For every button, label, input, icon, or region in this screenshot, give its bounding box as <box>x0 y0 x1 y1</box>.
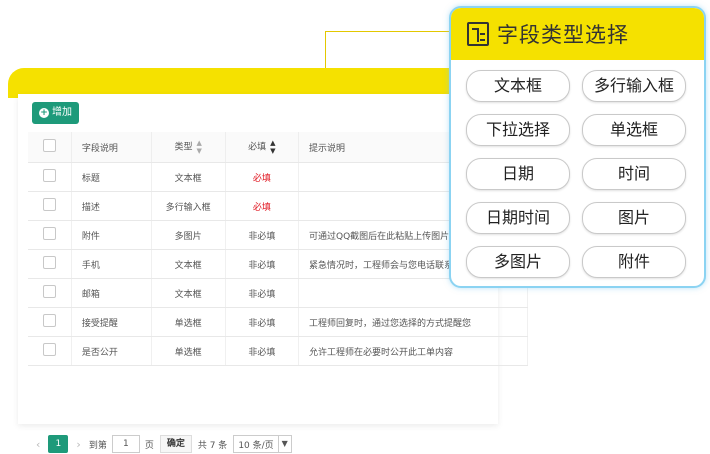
cell-required: 非必填 <box>225 307 300 337</box>
next-page-icon[interactable]: › <box>76 438 80 451</box>
sort-icon[interactable]: ▲ ▼ <box>197 139 202 155</box>
option-time[interactable]: 时间 <box>582 158 686 190</box>
add-button[interactable]: + 增加 <box>32 102 79 124</box>
field-type-icon <box>467 22 489 46</box>
table-row[interactable]: 是否公开 单选框 非必填 允许工程师在必要时公开此工单内容 <box>28 336 528 366</box>
cell-required: 非必填 <box>225 249 300 279</box>
cell-type: 单选框 <box>151 307 226 337</box>
cell-type: 多行输入框 <box>151 191 226 221</box>
cell-desc: 附件 <box>71 220 152 250</box>
cell-type: 文本框 <box>151 278 226 308</box>
option-multi-image[interactable]: 多图片 <box>466 246 570 278</box>
cell-desc: 接受提醒 <box>71 307 152 337</box>
cell-required: 非必填 <box>225 278 300 308</box>
option-textarea[interactable]: 多行输入框 <box>582 70 686 102</box>
table-row[interactable]: 接受提醒 单选框 非必填 工程师回复时，通过您选择的方式提醒您 <box>28 307 528 337</box>
row-checkbox[interactable] <box>42 256 56 269</box>
page-size-select[interactable]: 10 条/页 ▼ <box>233 435 292 453</box>
goto-page-input[interactable]: 1 <box>111 435 140 453</box>
cell-type: 文本框 <box>151 162 226 192</box>
cell-hint: 允许工程师在必要时公开此工单内容 <box>298 336 528 366</box>
option-dropdown[interactable]: 下拉选择 <box>466 114 570 146</box>
field-type-options: 文本框 多行输入框 下拉选择 单选框 日期 时间 日期时间 图片 多图片 附件 <box>466 70 686 278</box>
cell-type: 文本框 <box>151 249 226 279</box>
cell-desc: 邮箱 <box>71 278 152 308</box>
cell-type: 单选框 <box>151 336 226 366</box>
option-radio[interactable]: 单选框 <box>582 114 686 146</box>
connector-line <box>325 31 465 32</box>
header-type[interactable]: 类型 ▲ ▼ <box>151 132 226 163</box>
field-type-popup: 字段类型选择 文本框 多行输入框 下拉选择 单选框 日期 时间 日期时间 图片 … <box>449 6 706 288</box>
header-desc: 字段说明 <box>71 132 152 163</box>
row-checkbox[interactable] <box>42 227 56 240</box>
goto-prefix: 到第 <box>88 440 107 451</box>
option-attachment[interactable]: 附件 <box>582 246 686 278</box>
connector-line-vertical <box>325 31 326 71</box>
cell-desc: 手机 <box>71 249 152 279</box>
goto-suffix: 页 <box>144 440 154 451</box>
total-count: 共 7 条 <box>197 440 228 451</box>
prev-page-icon[interactable]: ‹ <box>36 438 40 451</box>
chevron-down-icon: ▼ <box>277 436 291 452</box>
cell-required: 必填 <box>225 191 300 221</box>
cell-required: 必填 <box>225 162 300 192</box>
option-date[interactable]: 日期 <box>466 158 570 190</box>
cell-desc: 是否公开 <box>71 336 152 366</box>
add-button-label: 增加 <box>52 107 72 118</box>
row-checkbox[interactable] <box>42 314 56 327</box>
cell-type: 多图片 <box>151 220 226 250</box>
plus-icon: + <box>39 108 49 118</box>
cell-hint: 工程师回复时，通过您选择的方式提醒您 <box>298 307 528 337</box>
option-image[interactable]: 图片 <box>582 202 686 234</box>
cell-required: 非必填 <box>225 336 300 366</box>
popup-header: 字段类型选择 <box>451 8 704 60</box>
popup-title: 字段类型选择 <box>497 23 629 47</box>
option-textbox[interactable]: 文本框 <box>466 70 570 102</box>
option-datetime[interactable]: 日期时间 <box>466 202 570 234</box>
row-checkbox[interactable] <box>42 343 56 356</box>
select-all-checkbox[interactable] <box>42 139 56 152</box>
row-checkbox[interactable] <box>42 169 56 182</box>
pagination: ‹ 1 › 到第 1 页 确定 共 7 条 10 条/页 ▼ <box>28 434 292 454</box>
confirm-button[interactable]: 确定 <box>159 435 192 453</box>
sort-desc-icon[interactable]: ▲ ▼ <box>270 139 275 155</box>
cell-desc: 标题 <box>71 162 152 192</box>
row-checkbox[interactable] <box>42 285 56 298</box>
header-select-all[interactable] <box>28 132 72 163</box>
row-checkbox[interactable] <box>42 198 56 211</box>
cell-required: 非必填 <box>225 220 300 250</box>
cell-desc: 描述 <box>71 191 152 221</box>
header-required[interactable]: 必填 ▲ ▼ <box>225 132 300 163</box>
current-page-button[interactable]: 1 <box>48 435 69 453</box>
page-size-value: 10 条/页 <box>238 440 274 451</box>
